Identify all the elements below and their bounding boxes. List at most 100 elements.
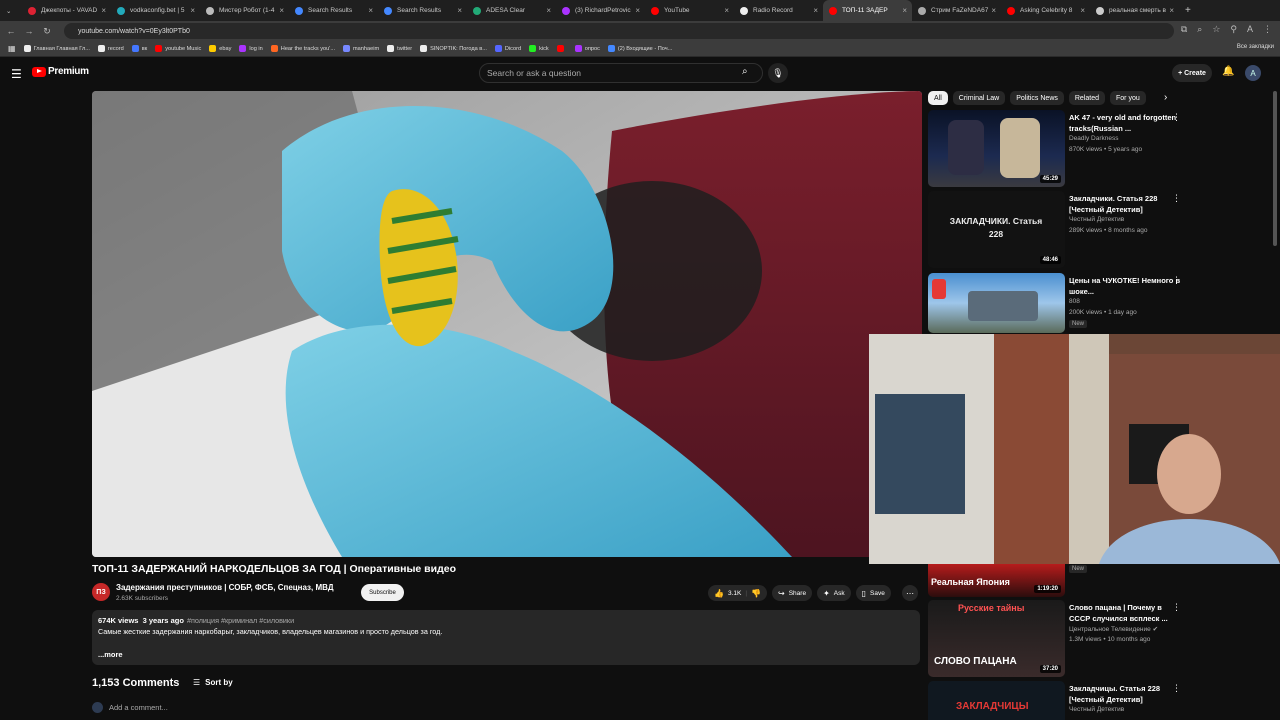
browser-tab[interactable]: Стрим FaZeNDA67 × [912, 0, 1001, 21]
tab-close-icon[interactable]: × [1080, 6, 1085, 15]
more-actions-icon[interactable]: ⋯ [902, 585, 918, 601]
bookmark-item[interactable]: log in [239, 45, 263, 52]
subscribe-button[interactable]: Subscribe [361, 584, 404, 601]
browser-tab[interactable]: Search Results × [378, 0, 467, 21]
extensions-icon[interactable]: ⚲ [1230, 24, 1237, 35]
browser-menu-icon[interactable]: ⋮ [1263, 24, 1272, 35]
bookmark-item[interactable]: manhaeim [343, 45, 379, 52]
bookmark-item[interactable]: record [97, 45, 124, 52]
browser-tab[interactable]: Джекпоты - VAVAD × [22, 0, 111, 21]
share-button[interactable]: ↪ Share [772, 585, 813, 601]
browser-tab[interactable]: Search Results × [289, 0, 378, 21]
tab-close-icon[interactable]: × [635, 6, 640, 15]
browser-tab[interactable]: Asking Celebrity 8 × [1001, 0, 1090, 21]
bookmark-item[interactable]: SINOPTIK: Погода в... [420, 45, 487, 52]
more-options-icon[interactable]: ⋮ [1172, 275, 1181, 286]
browser-tab[interactable]: vodkaconfig.bet | 5 × [111, 0, 200, 21]
tab-search-icon[interactable]: ⌄ [0, 0, 22, 21]
create-button[interactable]: + Create [1172, 64, 1212, 82]
recommendation-channel[interactable]: Deadly Darkness [1069, 135, 1189, 142]
video-thumbnail[interactable]: ЗАКЛАДЧИЦЫ [928, 681, 1065, 720]
thumbs-down-icon[interactable]: 👎 [751, 589, 761, 598]
more-options-icon[interactable]: ⋮ [1172, 193, 1181, 204]
bookmark-item[interactable]: Hear the tracks you'... [270, 45, 335, 52]
recommendation-channel[interactable]: Честный Детектив [1069, 706, 1189, 713]
add-comment-input[interactable]: Add a comment... [92, 702, 168, 713]
recommendation-item[interactable]: Реальная Япония 1:19:20 New [928, 564, 1268, 597]
channel-avatar[interactable]: ПЗ [92, 583, 110, 601]
more-options-icon[interactable]: ⋮ [1172, 602, 1181, 613]
hashtags[interactable]: #полиция #криминал #силовики [187, 616, 294, 625]
recommendation-item[interactable]: Цены на ЧУКОТКЕ! Немного в шоке... 808 2… [928, 273, 1268, 351]
tab-close-icon[interactable]: × [368, 6, 373, 15]
browser-tab[interactable]: Мистер Робот (1-4 × [200, 0, 289, 21]
browser-tab[interactable]: ADESA Clear × [467, 0, 556, 21]
channel-name[interactable]: Задержания преступников | СОБР, ФСБ, Спе… [116, 583, 334, 592]
back-arrow-icon[interactable]: ← [4, 26, 18, 36]
chip-all[interactable]: All [928, 91, 948, 105]
tab-close-icon[interactable]: × [902, 6, 907, 15]
tab-close-icon[interactable]: × [991, 6, 996, 15]
video-thumbnail[interactable]: ЗАКЛАДЧИКИ. Статья 228 48:46 [928, 191, 1065, 268]
tab-close-icon[interactable]: × [546, 6, 551, 15]
ask-button[interactable]: ✦ Ask [817, 585, 851, 601]
bookmark-item[interactable]: Главная Главная Гл... [23, 45, 90, 52]
bookmark-item[interactable]: kick [529, 45, 549, 52]
browser-tab[interactable]: реальная смерть в × [1090, 0, 1179, 21]
save-button[interactable]: ▯ Save [855, 585, 891, 601]
description-box[interactable]: 674K views 3 years ago #полиция #кримина… [92, 610, 920, 665]
all-bookmarks-button[interactable]: Все закладки [1237, 44, 1274, 50]
browser-tab[interactable]: (3) RichardPetrovic × [556, 0, 645, 21]
recommendation-channel[interactable]: Честный Детектив [1069, 216, 1189, 223]
browser-tab[interactable]: Radio Record × [734, 0, 823, 21]
more-options-icon[interactable]: ⋮ [1172, 683, 1181, 694]
video-thumbnail[interactable]: Русские тайны СЛОВО ПАЦАНА 37:20 [928, 600, 1065, 677]
chip-politics-news[interactable]: Politics News [1010, 91, 1064, 105]
apps-grid-icon[interactable]: ▦ [8, 44, 16, 53]
bookmark-item[interactable]: вк [131, 45, 147, 52]
zoom-icon[interactable]: ⌕ [1197, 24, 1202, 35]
recommendation-item[interactable]: Русские тайны СЛОВО ПАЦАНА 37:20 Слово п… [928, 600, 1268, 678]
tab-close-icon[interactable]: × [101, 6, 106, 15]
video-player[interactable] [92, 91, 922, 557]
more-options-icon[interactable]: ⋮ [1172, 112, 1181, 123]
browser-tab[interactable]: YouTube × [645, 0, 734, 21]
tab-close-icon[interactable]: × [1169, 6, 1174, 15]
chip-for-you[interactable]: For you [1110, 91, 1146, 105]
like-button[interactable]: 👍 3.1K | 👎 [708, 585, 768, 601]
page-scrollbar[interactable] [1273, 91, 1277, 246]
tab-close-icon[interactable]: × [813, 6, 818, 15]
reload-icon[interactable]: ↻ [40, 26, 54, 37]
bookmark-item[interactable]: опрос [574, 45, 600, 52]
url-bar[interactable]: youtube.com/watch?v=0Ey3lt0PTb0 [64, 23, 1174, 39]
video-thumbnail[interactable]: 45:29 [928, 110, 1065, 187]
chip-related[interactable]: Related [1068, 91, 1106, 105]
forward-arrow-icon[interactable]: → [22, 26, 36, 36]
tab-close-icon[interactable]: × [724, 6, 729, 15]
account-avatar[interactable]: A [1245, 65, 1261, 81]
tab-close-icon[interactable]: × [457, 6, 462, 15]
recommendation-item[interactable]: 45:29 AK 47 - very old and forgotten tra… [928, 110, 1268, 188]
tab-close-icon[interactable]: × [190, 6, 195, 15]
bookmark-item[interactable]: Dicord [494, 45, 521, 52]
new-tab-icon[interactable]: + [1179, 0, 1197, 21]
notifications-bell-icon[interactable]: 🔔 [1222, 66, 1234, 77]
recommendation-item[interactable]: ЗАКЛАДЧИКИ. Статья 228 48:46 Закладчики.… [928, 191, 1268, 269]
chevron-right-icon[interactable]: › [1164, 92, 1167, 103]
search-input[interactable]: Search or ask a question [479, 63, 763, 83]
bookmark-star-icon[interactable]: ☆ [1212, 24, 1220, 35]
bookmark-item[interactable]: ebay [209, 45, 231, 52]
profile-icon[interactable]: A [1247, 24, 1253, 35]
menu-icon[interactable]: ☰ [11, 67, 22, 81]
recommendation-item[interactable]: ЗАКЛАДЧИЦЫ Закладчицы. Статья 228 [Честн… [928, 681, 1268, 720]
video-thumbnail[interactable] [928, 273, 1065, 333]
open-in-app-icon[interactable]: ⧉ [1181, 24, 1187, 35]
sort-by-button[interactable]: ☰ Sort by [193, 678, 233, 687]
search-icon[interactable]: ⌕ [742, 66, 748, 77]
youtube-logo[interactable]: Premium [32, 66, 89, 77]
recommendation-channel[interactable]: Центральное Телевидение ✔ [1069, 625, 1189, 633]
bookmark-item[interactable]: youtube Music [155, 45, 201, 52]
video-thumbnail[interactable]: Реальная Япония 1:19:20 [928, 564, 1065, 597]
tab-close-icon[interactable]: × [279, 6, 284, 15]
bookmark-item[interactable]: twitter [387, 45, 412, 52]
